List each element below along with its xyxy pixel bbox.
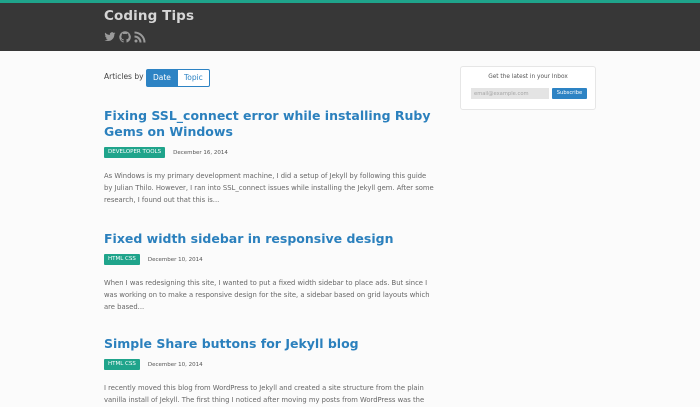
post-date: December 16, 2014: [173, 149, 228, 156]
newsletter-box: Get the latest in your Inbox Subscribe: [460, 66, 596, 110]
post-tag[interactable]: HTML CSS: [104, 359, 140, 370]
post-item: Simple Share buttons for Jekyll blog HTM…: [104, 336, 439, 407]
post-title-link[interactable]: Fixed width sidebar in responsive design: [104, 231, 439, 247]
newsletter-title: Get the latest in your Inbox: [488, 74, 568, 80]
post-item: Fixing SSL_connect error while installin…: [104, 108, 439, 206]
post-date: December 10, 2014: [147, 256, 203, 263]
post-meta: HTML CSS December 10, 2014: [104, 254, 439, 265]
post-date: December 10, 2014: [147, 361, 203, 368]
site-title[interactable]: Coding Tips: [104, 8, 194, 24]
post-item: Fixed width sidebar in responsive design…: [104, 231, 439, 313]
sort-by-topic-button[interactable]: Topic: [177, 69, 210, 87]
rss-icon[interactable]: [134, 31, 146, 43]
github-icon[interactable]: [119, 31, 131, 43]
post-meta: DEVELOPER TOOLS December 16, 2014: [104, 147, 439, 158]
sort-toggle: Date Topic: [146, 69, 210, 87]
email-input[interactable]: [471, 88, 549, 99]
post-title-link[interactable]: Fixing SSL_connect error while installin…: [104, 108, 439, 140]
post-excerpt: As Windows is my primary development mac…: [104, 172, 434, 204]
post-meta: HTML CSS December 10, 2014: [104, 359, 439, 370]
post-title-link[interactable]: Simple Share buttons for Jekyll blog: [104, 336, 439, 352]
sort-label: Articles by: [104, 72, 144, 81]
twitter-icon[interactable]: [104, 31, 116, 43]
post-excerpt: I recently moved this blog from WordPres…: [104, 384, 425, 404]
post-tag[interactable]: HTML CSS: [104, 254, 140, 265]
post-excerpt: When I was redesigning this site, I want…: [104, 279, 430, 311]
sort-by-date-button[interactable]: Date: [146, 69, 178, 87]
social-links: [104, 31, 146, 43]
site-header: Coding Tips: [0, 3, 700, 51]
post-tag[interactable]: DEVELOPER TOOLS: [104, 147, 166, 158]
subscribe-button[interactable]: Subscribe: [552, 88, 587, 99]
